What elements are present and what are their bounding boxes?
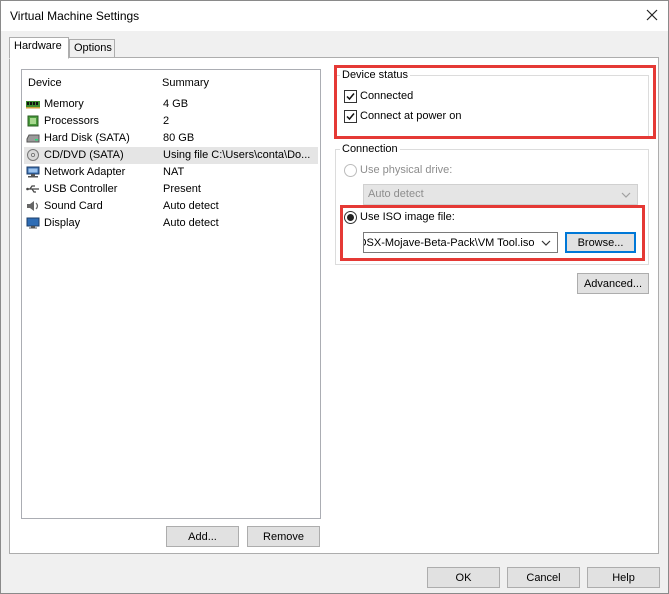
display-icon xyxy=(26,217,40,229)
device-name: Sound Card xyxy=(44,200,103,212)
list-item-usb-controller[interactable]: USB Controller Present xyxy=(24,181,318,198)
device-name: CD/DVD (SATA) xyxy=(44,149,124,161)
device-name: Network Adapter xyxy=(44,166,126,178)
usb-icon xyxy=(26,183,40,195)
window-title: Virtual Machine Settings xyxy=(10,9,140,23)
radio-icon xyxy=(344,163,357,177)
tab-options[interactable]: Options xyxy=(69,39,115,59)
tab-options-label: Options xyxy=(74,42,112,54)
cancel-button[interactable]: Cancel xyxy=(507,567,580,588)
use-physical-drive-radio[interactable]: Use physical drive: xyxy=(344,163,452,177)
title-bar: Virtual Machine Settings xyxy=(1,1,668,31)
device-list[interactable]: Device Summary Memory 4 GB Processors 2 … xyxy=(21,69,321,519)
cd-dvd-icon xyxy=(26,149,40,161)
list-item-processors[interactable]: Processors 2 xyxy=(24,113,318,130)
use-physical-drive-label: Use physical drive: xyxy=(360,164,453,176)
device-summary: 80 GB xyxy=(163,132,195,144)
vm-settings-window: Virtual Machine Settings Hardware Option… xyxy=(0,0,669,594)
iso-highlight xyxy=(340,205,645,261)
list-item-network-adapter[interactable]: Network Adapter NAT xyxy=(24,164,318,181)
tab-hardware[interactable]: Hardware xyxy=(9,37,69,59)
device-name: Display xyxy=(44,217,81,229)
device-summary: Auto detect xyxy=(163,217,219,229)
remove-button[interactable]: Remove xyxy=(247,526,320,547)
add-button[interactable]: Add... xyxy=(166,526,239,547)
device-status-highlight xyxy=(334,65,656,139)
list-item-cd-dvd[interactable]: CD/DVD (SATA) Using file C:\Users\conta\… xyxy=(24,147,318,164)
help-button[interactable]: Help xyxy=(587,567,660,588)
device-name: USB Controller xyxy=(44,183,118,195)
hard-disk-icon xyxy=(26,132,40,144)
device-summary: Auto detect xyxy=(163,200,219,212)
column-header-summary[interactable]: Summary xyxy=(162,77,209,89)
memory-icon xyxy=(26,98,40,110)
physical-drive-value: Auto detect xyxy=(368,188,424,200)
device-summary: Present xyxy=(163,183,201,195)
sound-icon xyxy=(26,200,40,212)
connection-label: Connection xyxy=(340,143,400,155)
close-icon[interactable] xyxy=(644,7,660,23)
physical-drive-select[interactable]: Auto detect xyxy=(363,184,638,205)
list-item-hard-disk[interactable]: Hard Disk (SATA) 80 GB xyxy=(24,130,318,147)
list-item-display[interactable]: Display Auto detect xyxy=(24,215,318,232)
device-name: Memory xyxy=(44,98,84,110)
list-item-sound-card[interactable]: Sound Card Auto detect xyxy=(24,198,318,215)
list-header: Device Summary xyxy=(22,77,320,91)
column-header-device[interactable]: Device xyxy=(28,77,62,89)
list-item-memory[interactable]: Memory 4 GB xyxy=(24,96,318,113)
processor-icon xyxy=(26,115,40,127)
advanced-button[interactable]: Advanced... xyxy=(577,273,649,294)
tab-hardware-label: Hardware xyxy=(14,40,62,52)
device-name: Hard Disk (SATA) xyxy=(44,132,130,144)
device-summary: Using file C:\Users\conta\Do... xyxy=(163,149,311,161)
device-summary: NAT xyxy=(163,166,185,178)
network-icon xyxy=(26,166,40,178)
device-name: Processors xyxy=(44,115,100,127)
ok-button[interactable]: OK xyxy=(427,567,500,588)
device-summary: 2 xyxy=(163,115,170,127)
chevron-down-icon xyxy=(621,192,631,198)
device-summary: 4 GB xyxy=(163,98,189,110)
